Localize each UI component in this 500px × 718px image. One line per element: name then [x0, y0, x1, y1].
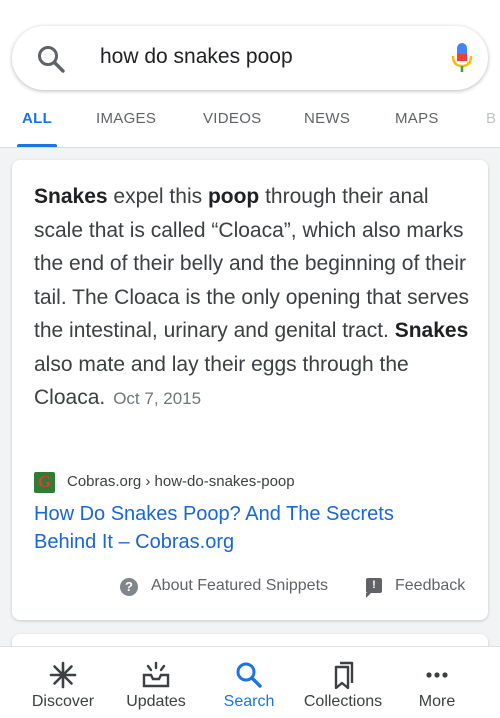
divider — [0, 147, 500, 148]
nav-collections[interactable]: Collections — [293, 647, 393, 718]
inbox-icon — [142, 661, 170, 688]
search-tabs: ALL IMAGES VIDEOS NEWS MAPS B — [0, 108, 500, 148]
nav-label: Discover — [31, 693, 95, 710]
snippet-bold: poop — [207, 185, 260, 208]
tab-maps[interactable]: MAPS — [395, 110, 439, 127]
nav-label: Collections — [303, 693, 383, 710]
nav-updates[interactable]: Updates — [106, 647, 206, 718]
snippet-bold: Snakes — [34, 185, 108, 208]
snippet-date: Oct 7, 2015 — [113, 389, 202, 408]
snippet-span: also mate and lay their eggs through the… — [34, 352, 409, 410]
tab-all[interactable]: ALL — [22, 110, 52, 127]
search-box[interactable]: how do snakes poop — [12, 26, 488, 90]
snippet-footer: ? About Featured Snippets ! Feedback — [12, 572, 488, 602]
bottom-navigation: Discover Updates Search Collections More — [0, 646, 500, 718]
site-favicon-icon: G — [34, 472, 55, 493]
help-icon: ? — [120, 578, 138, 596]
feedback-label[interactable]: Feedback — [395, 577, 465, 595]
featured-snippet-card: Snakes expel this poop through their ana… — [12, 160, 488, 620]
search-icon[interactable] — [36, 44, 66, 74]
nav-search[interactable]: Search — [199, 647, 299, 718]
search-input[interactable]: how do snakes poop — [100, 45, 293, 69]
nav-label: Search — [223, 693, 275, 710]
nav-label: More — [418, 693, 456, 710]
nav-more[interactable]: More — [387, 647, 487, 718]
snippet-span: expel this — [107, 185, 208, 208]
bookmarks-icon — [334, 661, 354, 689]
feedback-icon: ! — [366, 578, 382, 598]
tab-videos[interactable]: VIDEOS — [203, 110, 261, 127]
about-label[interactable]: About Featured Snippets — [151, 577, 328, 595]
nav-label: Updates — [126, 693, 186, 710]
microphone-icon[interactable] — [450, 42, 474, 74]
header: how do snakes poop ALL IMAGES VIDEOS NEW… — [0, 0, 500, 148]
asterisk-icon — [49, 661, 77, 689]
source-url[interactable]: Cobras.org › how-do-snakes-poop — [67, 473, 295, 490]
tab-images[interactable]: IMAGES — [96, 110, 156, 127]
tab-news[interactable]: NEWS — [304, 110, 350, 127]
result-title-link[interactable]: How Do Snakes Poop? And The Secrets Behi… — [34, 500, 454, 556]
tab-books[interactable]: B — [486, 110, 496, 127]
more-dots-icon — [426, 672, 448, 678]
snippet-bold: Snakes — [394, 319, 469, 342]
snippet-text: Snakes expel this poop through their ana… — [34, 180, 474, 416]
search-icon — [236, 662, 262, 688]
nav-discover[interactable]: Discover — [13, 647, 113, 718]
